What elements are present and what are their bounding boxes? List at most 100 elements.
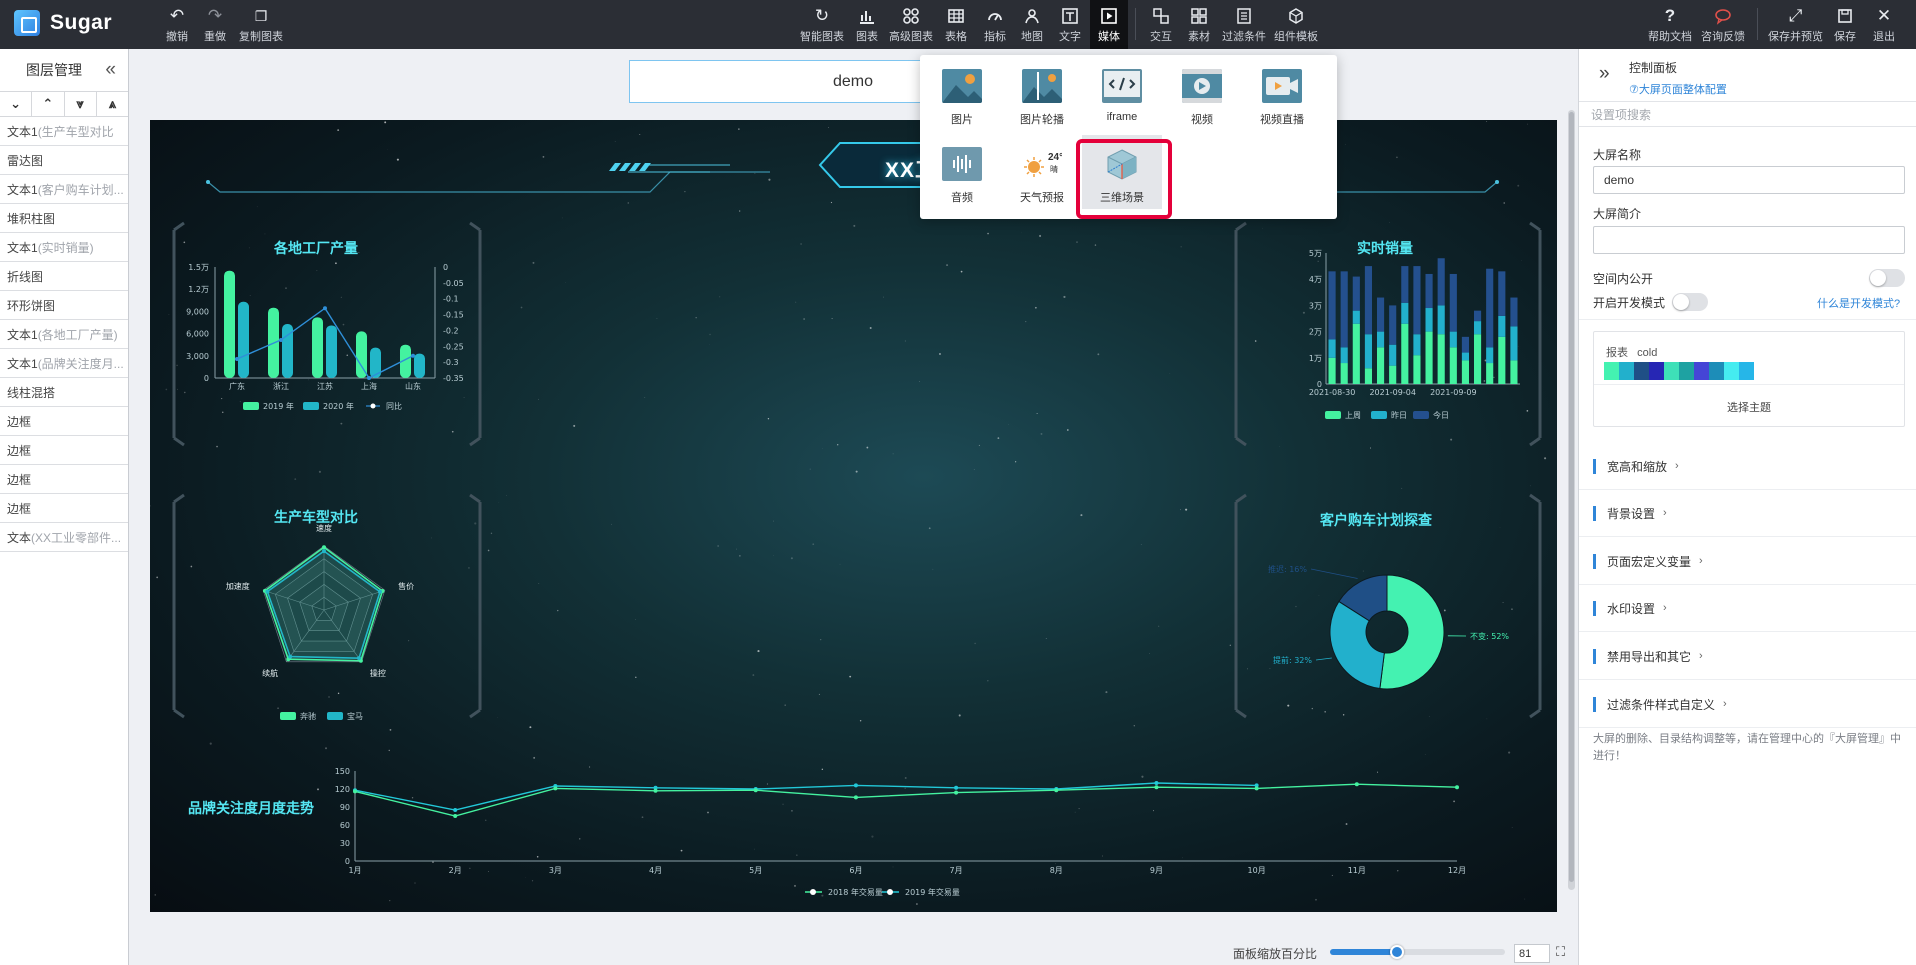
theme-type-label: 报表 xyxy=(1606,347,1628,359)
section-label: 宽高和缩放 xyxy=(1607,459,1668,474)
layer-item[interactable]: 堆积柱图 xyxy=(0,204,128,233)
redo-button[interactable]: ↷ 重做 xyxy=(204,4,226,46)
trend-series-2018-point xyxy=(1154,785,1159,790)
indicator-button[interactable]: 指标 xyxy=(984,4,1006,46)
layer-item[interactable]: 边框 xyxy=(0,407,128,436)
media-button[interactable]: 媒体 xyxy=(1090,0,1128,49)
layer-item[interactable]: 线柱混搭 xyxy=(0,378,128,407)
exit-button[interactable]: ✕ 退出 xyxy=(1873,4,1895,46)
media-item-label: 图片轮播 xyxy=(1020,114,1064,126)
layer-item[interactable]: 边框 xyxy=(0,436,128,465)
dev-mode-help-link[interactable]: 什么是开发模式? xyxy=(1817,295,1900,311)
control-panel-title: 控制面板 xyxy=(1629,61,1678,75)
material-button[interactable]: 素材 xyxy=(1188,4,1210,46)
zoom-value-input[interactable]: 81 xyxy=(1514,944,1550,963)
copy-chart-button[interactable]: ❐ 复制图表 xyxy=(239,4,283,46)
help-doc-button[interactable]: ? 帮助文档 xyxy=(1648,4,1692,46)
layer-item[interactable]: 文本1 (客户购车计划... xyxy=(0,175,128,204)
dev-mode-toggle[interactable] xyxy=(1672,293,1708,311)
move-down-icon[interactable]: ⌄ xyxy=(0,92,33,116)
trend-series-2018-point xyxy=(453,814,458,818)
copy-chart-label: 复制图表 xyxy=(239,31,283,43)
indicator-label: 指标 xyxy=(984,31,1006,43)
x-tick-label: 5月 xyxy=(749,866,762,875)
media-item-label: 音频 xyxy=(951,192,973,204)
toolbar-divider xyxy=(1135,8,1136,40)
legend-label: 2018 年交易量 xyxy=(828,887,883,897)
section-disable-export[interactable]: 禁用导出和其它 › xyxy=(1579,633,1916,680)
layer-item[interactable]: 文本1 (品牌关注度月... xyxy=(0,349,128,378)
fullscreen-icon[interactable]: ⛶ xyxy=(1556,944,1565,960)
section-filter-style[interactable]: 过滤条件样式自定义 › xyxy=(1579,681,1916,728)
smart-chart-button[interactable]: ↻ 智能图表 xyxy=(800,4,844,46)
trend-series-2018-point xyxy=(1054,788,1059,793)
screen-intro-field[interactable] xyxy=(1593,226,1905,254)
layer-panel-title: 图层管理 xyxy=(26,62,82,78)
undo-button[interactable]: ↶ 撤销 xyxy=(166,4,188,46)
layer-item[interactable]: 文本1 (各地工厂产量) xyxy=(0,320,128,349)
media-item-image[interactable]: 图片 xyxy=(922,57,1002,131)
layer-item[interactable]: 边框 xyxy=(0,494,128,523)
undo-icon: ↶ xyxy=(169,6,185,25)
canvas-scrollbar[interactable] xyxy=(1568,110,1575,890)
screen-name-field[interactable]: demo xyxy=(1593,166,1905,194)
material-label: 素材 xyxy=(1188,31,1210,43)
section-size-scale[interactable]: 宽高和缩放 › xyxy=(1579,443,1916,490)
table-button[interactable]: 表格 xyxy=(945,4,967,46)
layer-order-tools: ⌄ ⌃ ⩔ ⩓ xyxy=(0,91,128,117)
move-bottom-icon[interactable]: ⩔ xyxy=(65,92,97,116)
expand-panel-icon[interactable]: » xyxy=(1599,63,1610,85)
x-tick-label: 1月 xyxy=(348,866,361,875)
chart-button[interactable]: 图表 xyxy=(856,4,878,46)
layer-item-name: 文本 xyxy=(7,530,32,545)
layer-item-sub: (品牌关注度月... xyxy=(37,356,124,371)
layer-item[interactable]: 文本 (XX工业零部件... xyxy=(0,523,128,552)
save-preview-button[interactable]: ⤢ 保存并预览 xyxy=(1768,4,1823,46)
zoom-slider-handle[interactable] xyxy=(1389,945,1404,959)
app-logo[interactable]: Sugar xyxy=(14,10,112,36)
save-button[interactable]: 保存 xyxy=(1834,4,1856,46)
section-background[interactable]: 背景设置 › xyxy=(1579,490,1916,537)
section-watermark[interactable]: 水印设置 › xyxy=(1579,585,1916,632)
selection-highlight-box xyxy=(1076,139,1172,219)
layer-item[interactable]: 雷达图 xyxy=(0,146,128,175)
text-button[interactable]: 文字 xyxy=(1059,4,1081,46)
section-label: 背景设置 xyxy=(1607,506,1656,521)
move-top-icon[interactable]: ⩓ xyxy=(97,92,128,116)
layer-item-sub: (各地工厂产量) xyxy=(37,327,118,342)
move-up-icon[interactable]: ⌃ xyxy=(32,92,65,116)
layer-item[interactable]: 文本1 (生产车型对比 xyxy=(0,117,128,146)
dashboard-canvas[interactable]: XX工业零部件工厂 各地工厂产量 1.5万1.2万9,0006,0003,000… xyxy=(150,120,1557,912)
interaction-button[interactable]: 交互 xyxy=(1150,4,1172,46)
media-item-carousel[interactable]: 图片轮播 xyxy=(1002,57,1082,131)
choose-theme-button[interactable]: 选择主题 xyxy=(1594,384,1904,428)
copy-icon: ❐ xyxy=(254,7,268,24)
media-item-audio[interactable]: 音频 xyxy=(922,135,1002,209)
advanced-chart-button[interactable]: 高级图表 xyxy=(889,4,933,46)
layer-item[interactable]: 折线图 xyxy=(0,262,128,291)
top-toolbar: Sugar ↶ 撤销 ↷ 重做 ❐ 复制图表 ↻ 智能图表 图表 高级图表 表格 xyxy=(0,0,1916,49)
layer-item[interactable]: 边框 xyxy=(0,465,128,494)
media-item-iframe[interactable]: iframe xyxy=(1082,57,1162,131)
legend-label: 2019 年交易量 xyxy=(905,887,960,897)
layer-item[interactable]: 环形饼图 xyxy=(0,291,128,320)
template-button[interactable]: 组件模板 xyxy=(1274,4,1318,46)
gauge-icon xyxy=(986,4,1004,28)
collapse-panel-icon[interactable]: « xyxy=(105,59,116,81)
smart-chart-label: 智能图表 xyxy=(800,31,844,43)
chevron-right-icon: › xyxy=(1699,555,1703,567)
section-macro-vars[interactable]: 页面宏定义变量 › xyxy=(1579,538,1916,585)
map-button[interactable]: 地图 xyxy=(1021,4,1043,46)
public-toggle[interactable] xyxy=(1869,269,1905,287)
zoom-slider[interactable] xyxy=(1330,945,1505,959)
divider xyxy=(1579,319,1916,320)
feedback-button[interactable]: 咨询反馈 xyxy=(1701,4,1745,46)
public-label: 空间内公开 xyxy=(1593,272,1654,286)
settings-search-input[interactable]: 设置项搜索 xyxy=(1579,101,1916,127)
filter-button[interactable]: 过滤条件 xyxy=(1222,4,1266,46)
media-item-live-video[interactable]: 视频直播 xyxy=(1242,57,1322,131)
page-config-link[interactable]: ⑦大屏页面整体配置 xyxy=(1629,81,1727,97)
media-item-video[interactable]: 视频 xyxy=(1162,57,1242,131)
media-item-weather[interactable]: 24° 晴 天气预报 xyxy=(1002,135,1082,209)
layer-item[interactable]: 文本1 (实时销量) xyxy=(0,233,128,262)
